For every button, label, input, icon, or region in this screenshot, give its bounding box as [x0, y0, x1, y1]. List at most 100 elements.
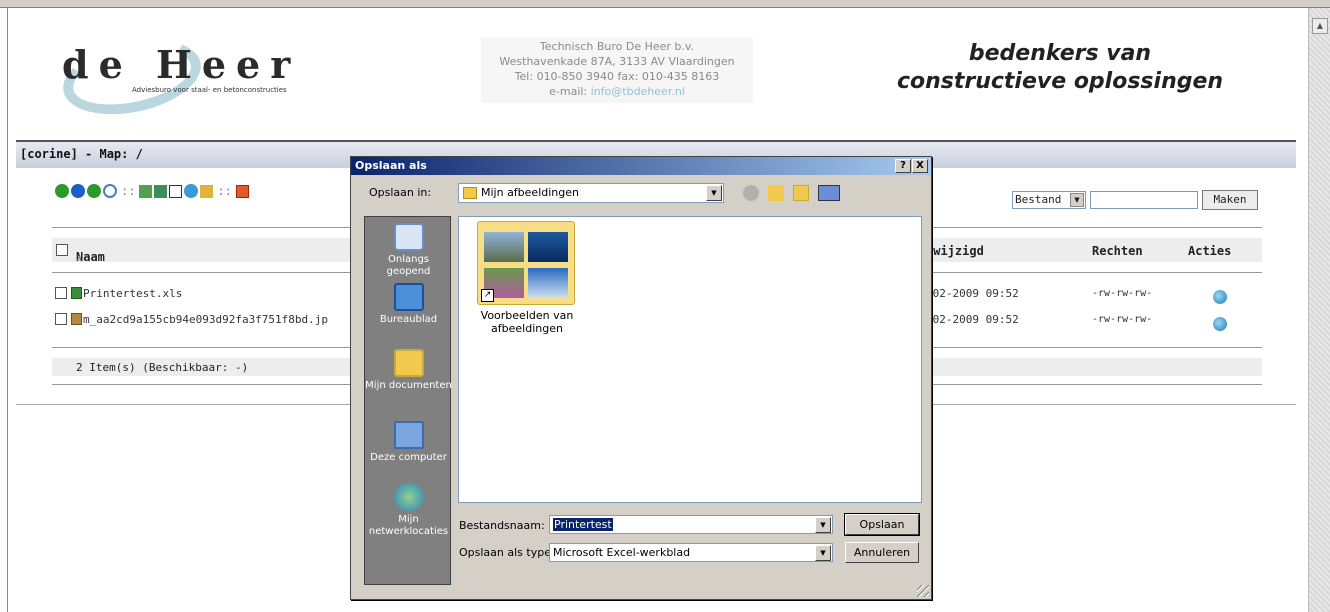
- filetype-label: Opslaan als type:: [459, 546, 555, 559]
- image-file-icon: [71, 313, 82, 325]
- place-computer[interactable]: Deze computer: [365, 421, 452, 464]
- browser-left-edge: [0, 8, 8, 612]
- slogan-line-1: bedenkers van: [968, 41, 1152, 66]
- new-folder-icon[interactable]: [793, 185, 809, 201]
- toolbar-separator-2: ::: [217, 184, 232, 198]
- help-button[interactable]: ?: [895, 159, 911, 173]
- contact-email-line: e-mail: info@tbdeheer.nl: [481, 84, 753, 99]
- toolbar-separator: ::: [121, 184, 136, 198]
- my-documents-icon: [393, 349, 424, 377]
- create-name-input[interactable]: [1090, 191, 1198, 209]
- logo-text: de Heer: [62, 42, 301, 87]
- place-documents[interactable]: Mijn documenten: [365, 349, 452, 392]
- map-title: [corine] - Map: /: [20, 147, 143, 161]
- chevron-down-icon[interactable]: ▼: [706, 185, 722, 201]
- create-type-value: Bestand: [1015, 193, 1062, 206]
- place-label: Mijn netwerklocaties: [368, 514, 449, 537]
- up-icon[interactable]: [55, 184, 69, 198]
- row-checkbox[interactable]: [55, 287, 67, 299]
- shortcut-arrow-icon: ↗: [481, 289, 494, 302]
- place-label: Mijn documenten: [365, 380, 452, 391]
- create-controls: Bestand ▼ Maken: [1012, 190, 1258, 210]
- folder-label: Voorbeelden van afbeeldingen: [480, 309, 574, 335]
- filename-input[interactable]: Printertest ▼: [549, 515, 833, 534]
- place-label: Deze computer: [370, 452, 447, 463]
- computer-icon: [393, 421, 424, 449]
- home-icon[interactable]: [71, 184, 85, 198]
- excel-file-icon: [71, 287, 82, 299]
- close-button[interactable]: X: [912, 159, 928, 173]
- make-button[interactable]: Maken: [1202, 190, 1258, 210]
- contact-company: Technisch Buro De Heer b.v.: [539, 40, 695, 53]
- recent-icon: [393, 223, 424, 251]
- file-rights: -rw-rw-rw-: [1092, 314, 1153, 325]
- contact-phone: Tel: 010-850 3940 fax: 010-435 8163: [514, 70, 720, 83]
- chevron-down-icon[interactable]: ▼: [815, 517, 831, 533]
- thumb-image: [528, 232, 568, 262]
- copy-icon[interactable]: [139, 184, 153, 198]
- page-scrollbar[interactable]: ▲: [1308, 8, 1330, 612]
- file-name[interactable]: Printertest.xls: [83, 287, 182, 300]
- dialog-nav-buttons: [743, 185, 840, 201]
- place-recent[interactable]: Onlangs geopend: [365, 223, 452, 278]
- company-logo: de Heer Adviesburo voor staal- en betonc…: [56, 28, 301, 126]
- places-bar: Onlangs geopend Bureaublad Mijn document…: [364, 216, 452, 585]
- folder-sample-pictures[interactable]: ↗ Voorbeelden van afbeeldingen: [477, 221, 577, 335]
- item-count: 2 Item(s) (Beschikbaar: -): [76, 361, 249, 374]
- filename-label: Bestandsnaam:: [459, 519, 545, 532]
- thumb-image: [528, 268, 568, 298]
- column-modified[interactable]: ewijzigd: [926, 244, 984, 258]
- cancel-button[interactable]: Annuleren: [845, 542, 919, 563]
- row-checkbox[interactable]: [55, 313, 67, 325]
- file-toolbar: :: ::: [55, 184, 249, 198]
- dialog-title: Opslaan als: [355, 159, 427, 172]
- search-icon[interactable]: [103, 184, 117, 198]
- place-label: Onlangs geopend: [386, 254, 431, 277]
- view-menu-icon[interactable]: [818, 185, 840, 201]
- resize-grip[interactable]: [917, 585, 929, 597]
- select-all-checkbox[interactable]: [56, 244, 68, 256]
- dialog-titlebar[interactable]: Opslaan als ? X: [351, 157, 931, 175]
- thumb-image: [484, 232, 524, 262]
- place-network[interactable]: Mijn netwerklocaties: [365, 483, 452, 538]
- file-list[interactable]: ↗ Voorbeelden van afbeeldingen: [458, 216, 922, 503]
- place-label: Bureaublad: [379, 314, 438, 325]
- save-button[interactable]: Opslaan: [844, 513, 920, 536]
- chevron-down-icon[interactable]: ▼: [815, 545, 831, 561]
- save-in-combo[interactable]: Mijn afbeeldingen ▼: [458, 183, 724, 203]
- desktop-icon: [393, 283, 424, 311]
- save-as-dialog: Opslaan als ? X Opslaan in: Mijn afbeeld…: [350, 156, 932, 600]
- sort-icon: ▵: [76, 250, 84, 264]
- folder-icon: [463, 187, 477, 199]
- contact-email-prefix: e-mail:: [549, 85, 591, 98]
- scroll-up-icon[interactable]: ▲: [1312, 18, 1328, 34]
- refresh-icon[interactable]: [87, 184, 101, 198]
- slogan: bedenkers van constructieve oplossingen: [880, 40, 1240, 96]
- chevron-down-icon[interactable]: ▼: [1070, 193, 1084, 207]
- filetype-select[interactable]: Microsoft Excel-werkblad ▼: [549, 543, 833, 562]
- back-icon[interactable]: [743, 185, 759, 201]
- edit-icon[interactable]: [184, 184, 199, 198]
- contact-block: Technisch Buro De Heer b.v. Westhavenkad…: [481, 37, 753, 103]
- browser-toolbar-edge: [0, 0, 1330, 8]
- column-rights[interactable]: Rechten: [1092, 244, 1143, 258]
- network-icon: [393, 483, 424, 511]
- contact-email-link[interactable]: info@tbdeheer.nl: [591, 85, 685, 98]
- edit-action-icon[interactable]: [1213, 290, 1227, 304]
- edit-action-icon[interactable]: [1213, 317, 1227, 331]
- up-folder-icon[interactable]: [768, 185, 784, 201]
- file-rights: -rw-rw-rw-: [1092, 288, 1153, 299]
- file-name[interactable]: m_aa2cd9a155cb94e093d92fa3f751f8bd.jp: [83, 313, 328, 326]
- upload-icon[interactable]: [200, 184, 214, 198]
- filename-value: Printertest: [553, 518, 613, 531]
- create-type-select[interactable]: Bestand ▼: [1012, 191, 1086, 209]
- column-actions: Acties: [1188, 244, 1232, 258]
- logout-icon[interactable]: [235, 184, 249, 198]
- delete-icon[interactable]: [169, 184, 183, 198]
- filetype-value: Microsoft Excel-werkblad: [553, 546, 691, 559]
- place-desktop[interactable]: Bureaublad: [365, 283, 452, 326]
- save-in-label: Opslaan in:: [369, 186, 432, 199]
- slogan-line-2: constructieve oplossingen: [896, 69, 1224, 94]
- logo-tagline: Adviesburo voor staal- en betonconstruct…: [132, 86, 287, 94]
- move-icon[interactable]: [154, 184, 168, 198]
